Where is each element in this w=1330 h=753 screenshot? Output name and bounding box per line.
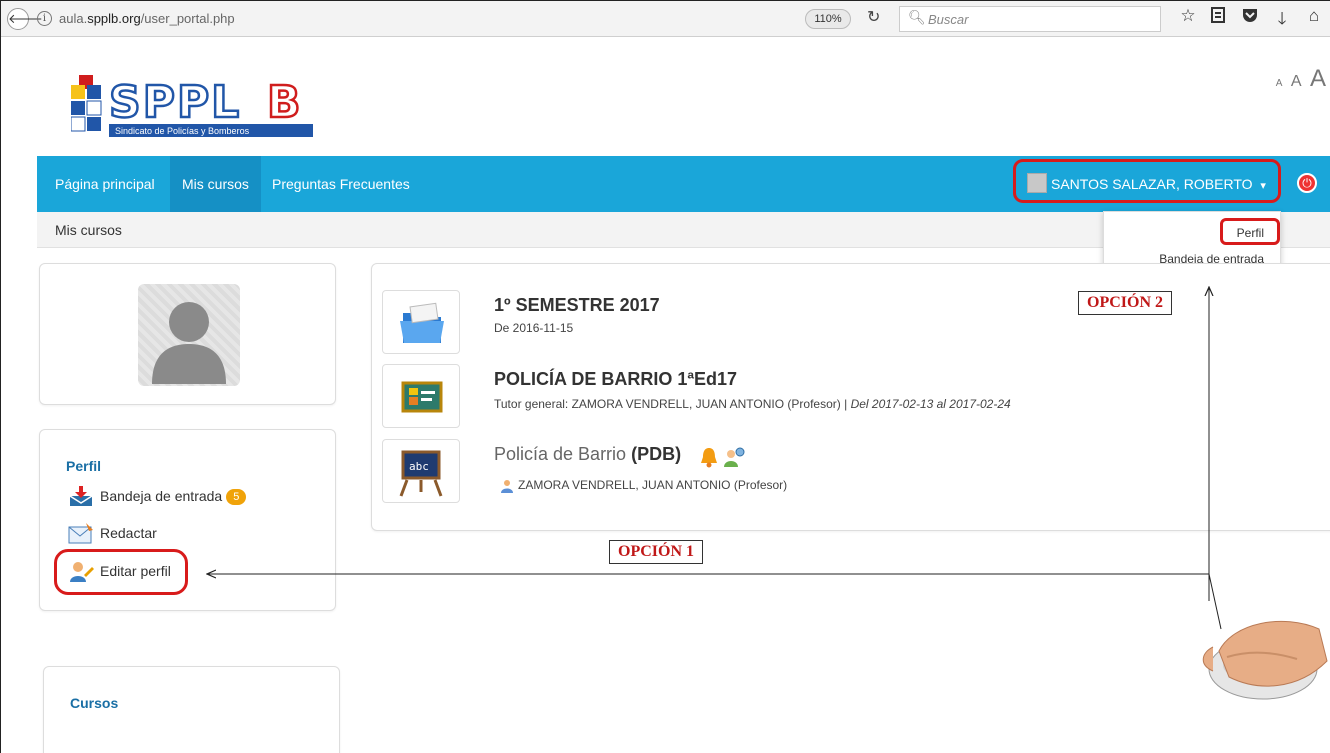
screenshot-frame: 🡐 i aula.spplb.org/user_portal.php 110% …	[0, 0, 1330, 753]
annotation-arrows	[1, 1, 1328, 700]
hand-mouse-icon	[1202, 620, 1328, 700]
